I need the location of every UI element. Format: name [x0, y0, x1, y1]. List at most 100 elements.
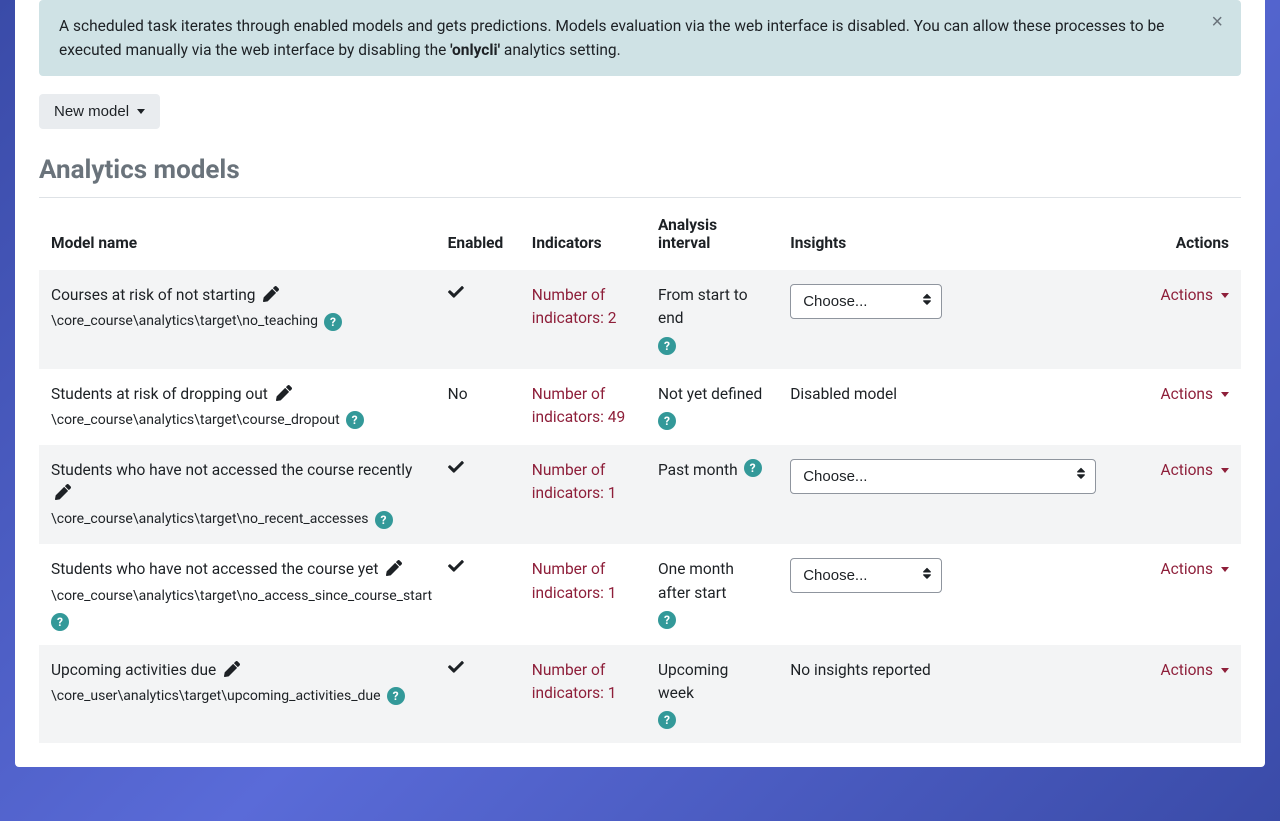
cell-enabled [436, 645, 520, 744]
cell-interval: From start to end ? [646, 270, 778, 369]
col-interval: Analysis interval [646, 198, 778, 270]
actions-dropdown[interactable]: Actions [1161, 459, 1229, 482]
actions-dropdown[interactable]: Actions [1161, 284, 1229, 307]
actions-label: Actions [1161, 558, 1213, 581]
cell-indicators: Number of indicators: 1 [520, 544, 646, 644]
cell-insights: Choose... [778, 544, 1091, 644]
cell-interval: One month after start ? [646, 544, 778, 644]
actions-label: Actions [1161, 383, 1213, 406]
check-icon [448, 661, 464, 679]
help-icon[interactable]: ? [346, 411, 364, 429]
model-name: Students at risk of dropping out [51, 383, 424, 406]
insights-select[interactable]: Choose... [790, 284, 942, 319]
actions-label: Actions [1161, 459, 1213, 482]
insights-select[interactable]: Choose... [790, 459, 1096, 494]
caret-down-icon [1221, 392, 1229, 397]
cell-interval: Past month ? [646, 445, 778, 545]
model-name-text: Students who have not accessed the cours… [51, 461, 412, 479]
table-row: Upcoming activities due \core_user\analy… [39, 645, 1241, 744]
insights-select[interactable]: Choose... [790, 558, 942, 593]
cell-name: Upcoming activities due \core_user\analy… [39, 645, 436, 744]
actions-dropdown[interactable]: Actions [1161, 383, 1229, 406]
actions-label: Actions [1161, 659, 1213, 682]
cell-indicators: Number of indicators: 1 [520, 445, 646, 545]
cell-actions: Actions [1091, 645, 1241, 744]
col-model-name: Model name [39, 198, 436, 270]
interval-wrap: From start to end ? [658, 284, 766, 355]
model-target: \core_user\analytics\target\upcoming_act… [51, 686, 424, 707]
model-target-text: \core_course\analytics\target\course_dro… [51, 410, 340, 431]
model-target: \core_course\analytics\target\no_access_… [51, 586, 424, 631]
actions-label: Actions [1161, 284, 1213, 307]
model-name-text: Students who have not accessed the cours… [51, 560, 378, 578]
help-icon[interactable]: ? [387, 687, 405, 705]
caret-down-icon [1221, 668, 1229, 673]
cell-insights: Disabled model [778, 369, 1091, 445]
indicators-link[interactable]: Number of indicators: 2 [532, 286, 617, 327]
model-name-text: Courses at risk of not starting [51, 286, 255, 304]
model-name: Students who have not accessed the cours… [51, 459, 424, 506]
close-alert-button[interactable]: × [1207, 8, 1227, 36]
alert-bold: 'onlycli' [450, 41, 500, 59]
help-icon[interactable]: ? [51, 613, 69, 631]
model-name: Upcoming activities due [51, 659, 424, 682]
help-icon[interactable]: ? [375, 511, 393, 529]
table-header-row: Model name Enabled Indicators Analysis i… [39, 198, 1241, 270]
check-icon [448, 560, 464, 578]
help-icon[interactable]: ? [324, 313, 342, 331]
pencil-icon[interactable] [386, 560, 402, 576]
model-target: \core_course\analytics\target\course_dro… [51, 410, 424, 431]
cell-interval: Upcoming week ? [646, 645, 778, 744]
pencil-icon[interactable] [55, 484, 71, 500]
indicators-link[interactable]: Number of indicators: 49 [532, 385, 625, 426]
model-target: \core_course\analytics\target\no_recent_… [51, 509, 424, 530]
actions-dropdown[interactable]: Actions [1161, 659, 1229, 682]
actions-dropdown[interactable]: Actions [1161, 558, 1229, 581]
check-icon [448, 461, 464, 479]
caret-down-icon [1221, 293, 1229, 298]
indicators-link[interactable]: Number of indicators: 1 [532, 560, 617, 601]
alert-text-after: analytics setting. [500, 41, 621, 59]
insights-select-wrap: Choose... [790, 459, 1096, 494]
cell-insights: Choose... [778, 445, 1091, 545]
pencil-icon[interactable] [263, 286, 279, 302]
cell-actions: Actions [1091, 369, 1241, 445]
interval-wrap: Not yet defined ? [658, 383, 766, 430]
help-icon[interactable]: ? [658, 412, 676, 430]
cell-interval: Not yet defined ? [646, 369, 778, 445]
help-icon[interactable]: ? [658, 711, 676, 729]
model-name: Students who have not accessed the cours… [51, 558, 424, 581]
cell-actions: Actions [1091, 445, 1241, 545]
cell-enabled: No [436, 369, 520, 445]
enabled-no: No [448, 385, 468, 403]
help-icon[interactable]: ? [658, 337, 676, 355]
new-model-button[interactable]: New model [39, 94, 160, 129]
model-name-text: Students at risk of dropping out [51, 385, 268, 403]
insights-text: Disabled model [790, 385, 897, 403]
cell-insights: No insights reported [778, 645, 1091, 744]
caret-down-icon [1221, 468, 1229, 473]
indicators-link[interactable]: Number of indicators: 1 [532, 461, 617, 502]
col-indicators: Indicators [520, 198, 646, 270]
interval-text: Past month [658, 459, 738, 482]
help-icon[interactable]: ? [658, 611, 676, 629]
model-target-text: \core_user\analytics\target\upcoming_act… [51, 686, 381, 707]
pencil-icon[interactable] [276, 385, 292, 401]
table-row: Courses at risk of not starting \core_co… [39, 270, 1241, 369]
cell-actions: Actions [1091, 544, 1241, 644]
help-icon[interactable]: ? [744, 459, 762, 477]
cell-indicators: Number of indicators: 49 [520, 369, 646, 445]
model-name: Courses at risk of not starting [51, 284, 424, 307]
cell-enabled [436, 270, 520, 369]
col-insights: Insights [778, 198, 1091, 270]
table-body: Courses at risk of not starting \core_co… [39, 270, 1241, 743]
indicators-link[interactable]: Number of indicators: 1 [532, 661, 617, 702]
table-row: Students who have not accessed the cours… [39, 544, 1241, 644]
pencil-icon[interactable] [224, 661, 240, 677]
cell-name: Students at risk of dropping out \core_c… [39, 369, 436, 445]
table-row: Students at risk of dropping out \core_c… [39, 369, 1241, 445]
main-card: A scheduled task iterates through enable… [15, 0, 1265, 767]
interval-wrap: Past month ? [658, 459, 766, 482]
cell-name: Students who have not accessed the cours… [39, 544, 436, 644]
cell-actions: Actions [1091, 270, 1241, 369]
